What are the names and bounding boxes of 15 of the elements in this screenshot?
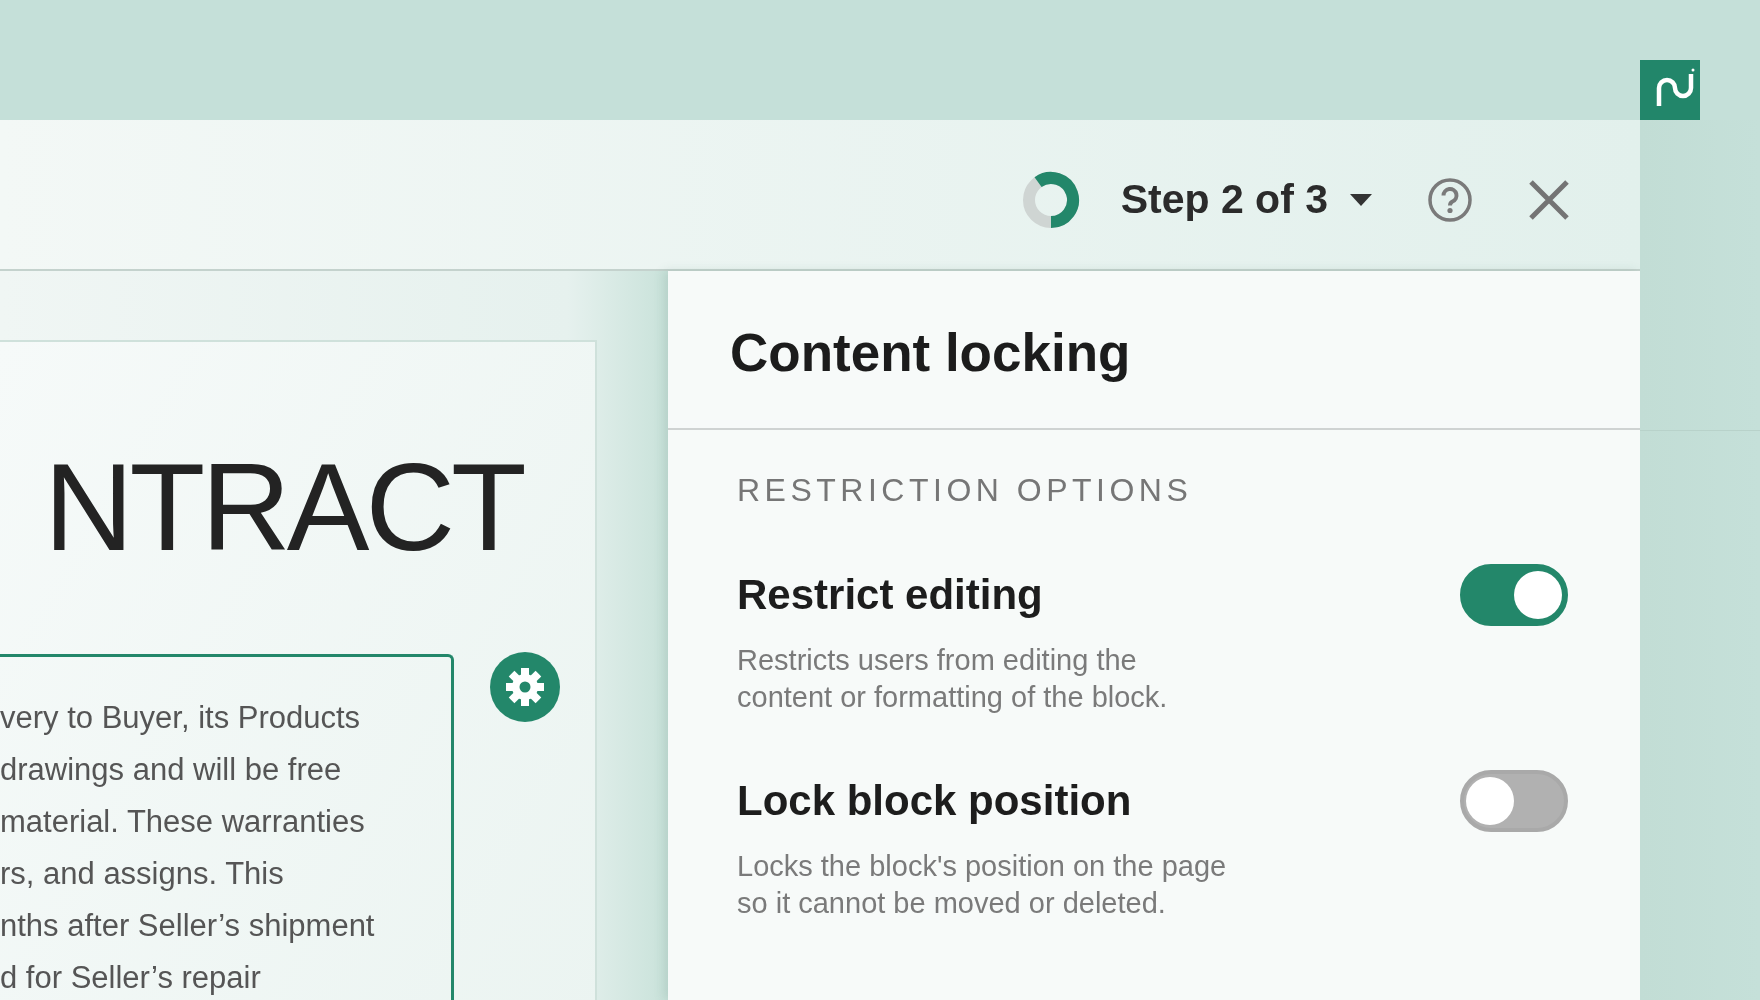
logo-icon [1640, 60, 1700, 120]
option-description: Restricts users from editing the content or formatting of the block. [737, 643, 1169, 715]
step-dropdown[interactable]: Step 2 of 3 [1120, 176, 1372, 223]
close-icon[interactable] [1528, 178, 1570, 221]
option-title: Lock block position [737, 776, 1132, 826]
text-block[interactable]: very to Buyer, its Products drawings and will be free material. These warranties rs, and assigns. This nths after Seller’s shipment d for Seller’s repair [0, 654, 454, 1000]
option-description: Locks the block's position on the page so it cannot be moved or deleted. [737, 849, 1228, 921]
panel-title: Content locking [730, 322, 1131, 383]
caret-icon [1350, 193, 1372, 206]
help-icon[interactable] [1428, 177, 1472, 222]
section-label: RESTRICTION OPTIONS [737, 471, 1194, 510]
body-text: very to Buyer, its Products drawings and will be free material. These warranties rs, and assigns. This nths after Seller’s shipment d for Seller’s repair [0, 699, 375, 997]
option-title: Restrict editing [737, 570, 1043, 620]
document-title: NTRACT [44, 443, 523, 571]
settings-icon[interactable] [490, 652, 560, 722]
